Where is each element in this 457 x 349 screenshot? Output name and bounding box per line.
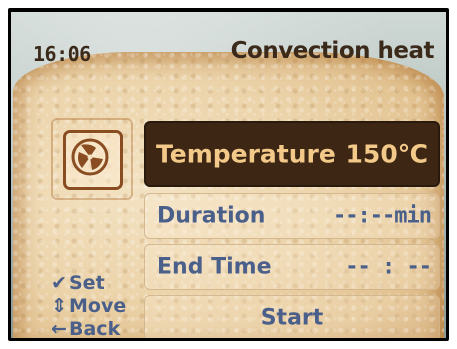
end-time-value: -- : -- <box>345 254 432 280</box>
duration-label: Duration <box>157 203 266 229</box>
start-label: Start <box>260 305 324 331</box>
legend-back: ← Back <box>49 318 120 338</box>
convection-fan-icon <box>63 130 123 190</box>
legend-move: ⇕ Move <box>49 295 126 317</box>
mode-title: Convection heat <box>230 38 435 64</box>
duration-row[interactable]: Duration --:--min <box>144 193 440 239</box>
legend-back-label: Back <box>69 318 121 338</box>
end-time-row[interactable]: End Time -- : -- <box>144 244 440 290</box>
legend-move-label: Move <box>69 295 127 317</box>
start-button[interactable]: Start <box>144 295 440 338</box>
oven-screen: 16:06 Convection heat Temperature 150℃ D… <box>11 12 446 338</box>
temperature-label: Temperature <box>156 139 336 169</box>
end-time-label: End Time <box>157 254 272 280</box>
temperature-value: 150℃ <box>345 139 428 169</box>
mode-icon-frame <box>51 118 133 200</box>
left-arrow-icon: ← <box>51 318 67 338</box>
temperature-row[interactable]: Temperature 150℃ <box>144 121 440 187</box>
legend-set-label: Set <box>69 272 105 294</box>
legend-set: ✔ Set <box>49 272 105 294</box>
check-icon: ✔ <box>51 272 67 294</box>
updown-arrow-icon: ⇕ <box>51 295 67 317</box>
clock-time: 16:06 <box>33 42 91 66</box>
duration-value: --:--min <box>333 203 432 229</box>
